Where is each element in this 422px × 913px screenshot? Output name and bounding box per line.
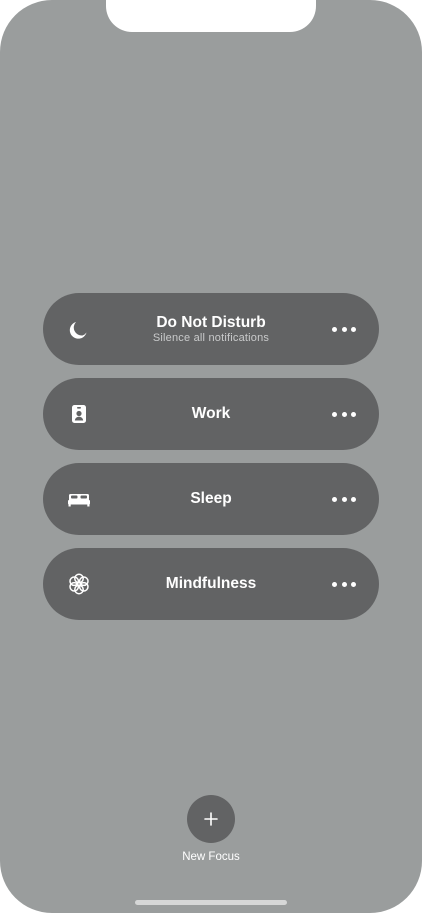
device-notch [106, 0, 316, 32]
focus-item-title: Do Not Disturb [156, 313, 266, 331]
id-badge-icon [67, 402, 91, 426]
more-options-button[interactable] [329, 319, 359, 339]
moon-icon [67, 317, 91, 341]
focus-item-sleep[interactable]: Sleep [43, 463, 379, 535]
new-focus-label: New Focus [182, 851, 240, 863]
focus-item-work[interactable]: Work [43, 378, 379, 450]
focus-item-text: Sleep [113, 463, 309, 535]
focus-item-mindfulness[interactable]: Mindfulness [43, 548, 379, 620]
ellipsis-icon [332, 581, 337, 587]
focus-item-do-not-disturb[interactable]: Do Not Disturb Silence all notifications [43, 293, 379, 365]
ellipsis-icon [332, 326, 337, 332]
focus-item-title: Work [191, 405, 231, 422]
focus-item-text: Do Not Disturb Silence all notifications [113, 293, 309, 365]
focus-item-title: Mindfulness [165, 575, 257, 592]
focus-item-subtitle: Silence all notifications [152, 331, 270, 344]
focus-item-text: Work [113, 378, 309, 450]
new-focus-button[interactable] [187, 795, 235, 843]
more-options-button[interactable] [329, 489, 359, 509]
ellipsis-icon [332, 411, 337, 417]
bed-icon [67, 487, 91, 511]
more-options-button[interactable] [329, 574, 359, 594]
plus-icon [204, 812, 218, 826]
focus-mode-list: Do Not Disturb Silence all notifications… [43, 293, 379, 633]
flower-icon [67, 572, 91, 596]
more-options-button[interactable] [329, 404, 359, 424]
new-focus: New Focus [171, 795, 251, 863]
focus-screen: Do Not Disturb Silence all notifications… [0, 0, 422, 913]
home-indicator[interactable] [135, 900, 287, 905]
focus-item-title: Sleep [190, 490, 232, 507]
ellipsis-icon [332, 496, 337, 502]
focus-item-text: Mindfulness [113, 548, 309, 620]
